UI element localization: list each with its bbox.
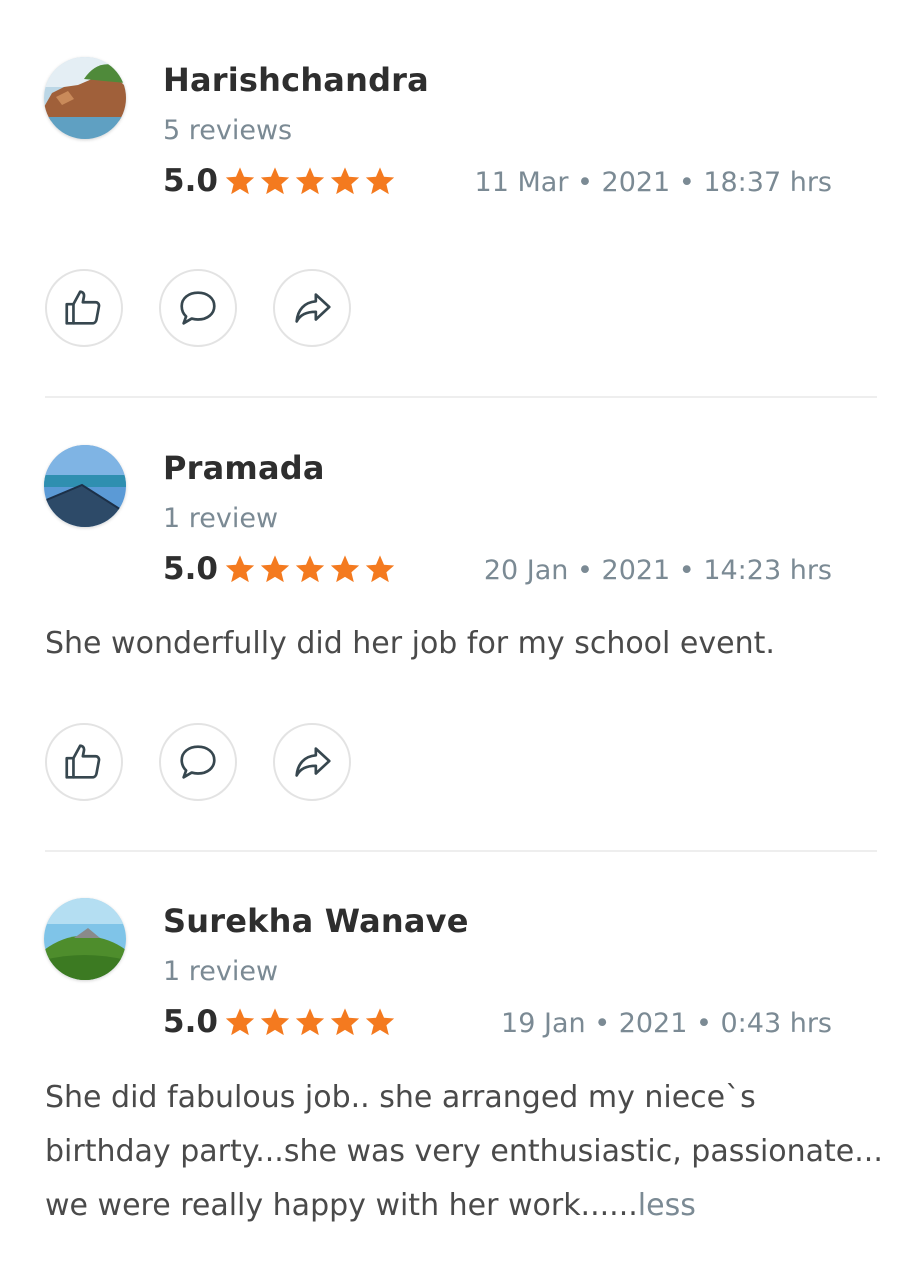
review-date: 11 Mar • 2021 • 18:37 hrs (474, 167, 832, 198)
action-bar (45, 723, 351, 801)
share-icon (295, 293, 331, 323)
star-icon (225, 1008, 255, 1036)
green-hill-image (44, 898, 126, 980)
share-icon (295, 747, 331, 777)
thumbs-up-icon (65, 744, 101, 779)
star-icon (295, 1008, 325, 1036)
rock-beach-image (44, 57, 126, 139)
ocean-pier-image (44, 445, 126, 527)
avatar[interactable] (44, 898, 126, 980)
review-count: 1 review (163, 503, 279, 534)
review-count: 1 review (163, 956, 279, 987)
comment-button[interactable] (159, 723, 237, 801)
action-bar (45, 269, 351, 347)
rating-score: 5.0 (163, 163, 218, 199)
star-icon (295, 167, 325, 195)
reviewer-name[interactable]: Harishchandra (163, 61, 429, 99)
star-icon (295, 555, 325, 583)
review-date: 20 Jan • 2021 • 14:23 hrs (483, 555, 832, 586)
star-icon (330, 167, 360, 195)
share-button[interactable] (273, 269, 351, 347)
like-button[interactable] (45, 269, 123, 347)
star-icon (365, 555, 395, 583)
like-button[interactable] (45, 723, 123, 801)
review-text: She did fabulous job.. she arranged my n… (45, 1071, 885, 1233)
rating-score: 5.0 (163, 1004, 218, 1040)
review-text-body: She wonderfully did her job for my schoo… (45, 626, 775, 661)
star-icon (365, 1008, 395, 1036)
review-text-body: She did fabulous job.. she arranged my n… (45, 1080, 883, 1223)
star-icon (330, 555, 360, 583)
star-icon (330, 1008, 360, 1036)
review-count: 5 reviews (163, 115, 293, 146)
star-icon (260, 167, 290, 195)
comment-button[interactable] (159, 269, 237, 347)
divider (45, 396, 877, 398)
star-icon (260, 1008, 290, 1036)
reviewer-name[interactable]: Pramada (163, 449, 325, 487)
rating-stars (224, 1006, 396, 1038)
thumbs-up-icon (65, 290, 101, 325)
avatar[interactable] (44, 445, 126, 527)
rating-score: 5.0 (163, 551, 218, 587)
star-icon (260, 555, 290, 583)
share-button[interactable] (273, 723, 351, 801)
rating-stars (224, 553, 396, 585)
comment-icon (180, 291, 216, 325)
star-icon (365, 167, 395, 195)
star-icon (225, 555, 255, 583)
divider (45, 850, 877, 852)
comment-icon (180, 745, 216, 779)
reviewer-name[interactable]: Surekha Wanave (163, 902, 469, 940)
rating-stars (224, 165, 396, 197)
less-link[interactable]: less (638, 1188, 696, 1223)
review-text: She wonderfully did her job for my schoo… (45, 617, 885, 671)
star-icon (225, 167, 255, 195)
avatar[interactable] (44, 57, 126, 139)
review-date: 19 Jan • 2021 • 0:43 hrs (501, 1008, 832, 1039)
